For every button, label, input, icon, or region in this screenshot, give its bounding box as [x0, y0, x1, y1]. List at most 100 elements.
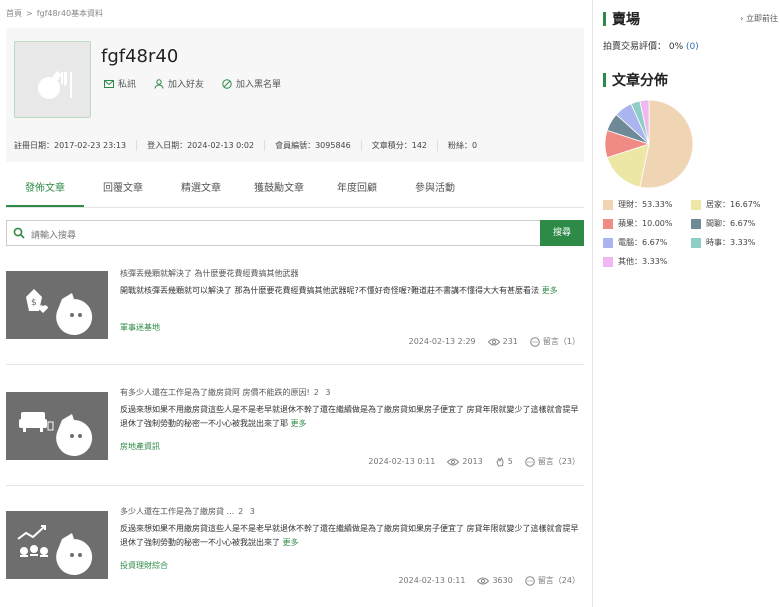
post-thumbnail[interactable]: $ — [6, 271, 108, 339]
post-pages[interactable]: 2 3 — [314, 388, 333, 397]
add-friend-button[interactable]: 加入好友 — [154, 77, 204, 90]
default-avatar-icon — [38, 71, 72, 99]
legend-item: 時事：3.33% — [691, 237, 773, 248]
tab-featured[interactable]: 精選文章 — [162, 172, 240, 207]
rating-count[interactable]: (0) — [686, 42, 699, 52]
message-button[interactable]: 私訊 — [104, 77, 136, 90]
eye-icon — [447, 458, 460, 465]
search-bar: 請輸入搜尋 搜尋 — [6, 220, 584, 246]
legend-swatch — [691, 218, 701, 229]
post-pages[interactable]: 2 3 — [238, 507, 257, 516]
article-distribution-pie-chart — [604, 99, 694, 189]
login-date: 登入日期：2024-02-13 0:02 — [147, 140, 266, 151]
legend-item: 間聊：6.67% — [691, 218, 773, 229]
profile-actions: 私訊 加入好友 加入黑名單 — [104, 77, 281, 90]
member-number: 會員編號：3095846 — [275, 140, 362, 151]
legend-swatch — [691, 237, 701, 248]
breadcrumb-separator: > — [26, 9, 33, 18]
tab-published[interactable]: 發佈文章 — [6, 172, 84, 207]
view-count-value: 3630 — [492, 576, 513, 585]
tab-replies[interactable]: 回覆文章 — [84, 172, 162, 207]
heading-accent — [603, 12, 606, 26]
block-icon — [222, 78, 232, 89]
like-count[interactable]: 5 — [495, 456, 513, 467]
post-item[interactable]: $ 核彈丟幾顆就解決了 為什麼要花費經費搞其他武器 開戰就核彈丟幾顆就可以解決了… — [6, 268, 584, 348]
post-item[interactable]: 多少人還在工作是為了繳房貸 ... 2 3 反過來想如果不用繳房貸這些人是不是老早… — [6, 506, 584, 588]
register-date: 註冊日期：2017-02-23 23:13 — [14, 140, 138, 151]
sidebar: 賣場 › 立即前往 拍賣交易評價： 0% (0) 文章分佈 理財：53.33% 居… — [592, 0, 780, 607]
legend-label: 蘋果：10.00% — [618, 219, 673, 228]
post-title-text[interactable]: 有多少人還在工作是為了繳房貸阿 房價不能跌的原因! — [120, 388, 310, 397]
more-link[interactable]: 更多 — [291, 419, 307, 428]
like-count-value: 5 — [507, 457, 513, 466]
post-category[interactable]: 房地產資訊 — [120, 441, 160, 452]
view-count: 2013 — [447, 457, 483, 466]
clap-icon — [496, 456, 504, 467]
post-thumbnail[interactable] — [6, 511, 108, 579]
view-count: 231 — [487, 337, 518, 346]
sofa-icon — [19, 412, 93, 456]
post-stats: 2024-02-13 0:11 2013 5 留言（23） — [368, 456, 580, 467]
legend-label: 理財：53.33% — [618, 200, 673, 209]
legend-swatch — [603, 237, 613, 248]
heading-accent — [603, 73, 606, 87]
search-input[interactable]: 請輸入搜尋 — [31, 228, 76, 241]
more-link[interactable]: 更多 — [542, 286, 558, 295]
divider — [6, 485, 584, 486]
tab-encouraged[interactable]: 獲鼓勵文章 — [240, 172, 318, 207]
post-date: 2024-02-13 0:11 — [368, 457, 436, 466]
post-stats: 2024-02-13 2:29 231 留言（1） — [409, 336, 580, 347]
legend-label: 電腦：6.67% — [618, 238, 668, 247]
svg-text:$: $ — [31, 298, 37, 308]
rating-label: 拍賣交易評價： — [603, 42, 667, 52]
view-count-value: 231 — [502, 337, 518, 346]
rating-percent: 0% — [668, 42, 684, 52]
legend-item: 蘋果：10.00% — [603, 218, 691, 229]
comment-count[interactable]: 留言（24） — [525, 575, 580, 586]
legend-label: 其他：3.33% — [618, 257, 668, 266]
comment-count-value: 留言（1） — [542, 337, 580, 346]
comment-count[interactable]: 留言（1） — [530, 336, 580, 347]
post-thumbnail[interactable] — [6, 392, 108, 460]
blacklist-label: 加入黑名單 — [236, 80, 282, 90]
post-excerpt-text: 反過來想如果不用繳房貸這些人是不是老早就退休不幹了還在繼續做是為了繳房貸如果房子… — [120, 405, 579, 428]
comment-count-value: 留言（24） — [537, 576, 580, 585]
breadcrumb-home[interactable]: 首頁 — [6, 9, 22, 18]
go-now-link[interactable]: › 立即前往 — [740, 13, 778, 24]
fans-count: 粉絲：0 — [448, 141, 478, 150]
username: fgf48r40 — [101, 46, 179, 67]
market-heading: 賣場 — [603, 9, 640, 29]
post-title[interactable]: 有多少人還在工作是為了繳房貸阿 房價不能跌的原因! 2 3 — [120, 387, 332, 398]
post-excerpt: 反過來想如果不用繳房貸這些人是不是老早就退休不幹了還在繼續做是為了繳房貸如果房子… — [120, 403, 586, 431]
post-title[interactable]: 核彈丟幾顆就解決了 為什麼要花費經費搞其他武器 — [120, 268, 303, 279]
post-title-text[interactable]: 多少人還在工作是為了繳房貸 ... — [120, 507, 234, 516]
chevron-right-icon: › — [740, 14, 744, 23]
post-stats: 2024-02-13 0:11 3630 留言（24） — [398, 575, 580, 586]
post-category[interactable]: 投資理財綜合 — [120, 560, 168, 571]
post-title-text[interactable]: 核彈丟幾顆就解決了 為什麼要花費經費搞其他武器 — [120, 269, 299, 278]
user-icon — [154, 78, 164, 89]
legend-swatch — [603, 218, 613, 229]
search-icon — [13, 227, 25, 239]
legend-label: 時事：3.33% — [706, 238, 756, 247]
auction-rating: 拍賣交易評價： 0% (0) — [603, 39, 699, 52]
post-excerpt-text: 開戰就核彈丟幾顆就可以解決了 那為什麼要花費經費搞其他武器呢?不懂好奇怪喔?難道… — [120, 286, 540, 295]
more-link[interactable]: 更多 — [283, 538, 299, 547]
legend-item: 居家：16.67% — [691, 199, 773, 210]
market-title: 賣場 — [612, 12, 640, 28]
blacklist-button[interactable]: 加入黑名單 — [222, 77, 281, 90]
legend-swatch — [691, 199, 701, 210]
post-category[interactable]: 軍事迷基地 — [120, 322, 160, 333]
comment-icon — [530, 336, 540, 347]
legend-item: 電腦：6.67% — [603, 237, 691, 248]
tab-activities[interactable]: 參與活動 — [396, 172, 474, 207]
comment-count[interactable]: 留言（23） — [525, 456, 580, 467]
post-title[interactable]: 多少人還在工作是為了繳房貸 ... 2 3 — [120, 506, 257, 517]
search-button[interactable]: 搜尋 — [540, 220, 584, 246]
tab-annual-review[interactable]: 年度回顧 — [318, 172, 396, 207]
post-item[interactable]: 有多少人還在工作是為了繳房貸阿 房價不能跌的原因! 2 3 反過來想如果不用繳房貸… — [6, 387, 584, 469]
article-points: 文章積分：142 — [372, 140, 439, 151]
legend-swatch — [603, 256, 613, 267]
profile-meta: 註冊日期：2017-02-23 23:13 登入日期：2024-02-13 0:… — [14, 140, 487, 151]
distribution-title: 文章分佈 — [612, 73, 668, 89]
